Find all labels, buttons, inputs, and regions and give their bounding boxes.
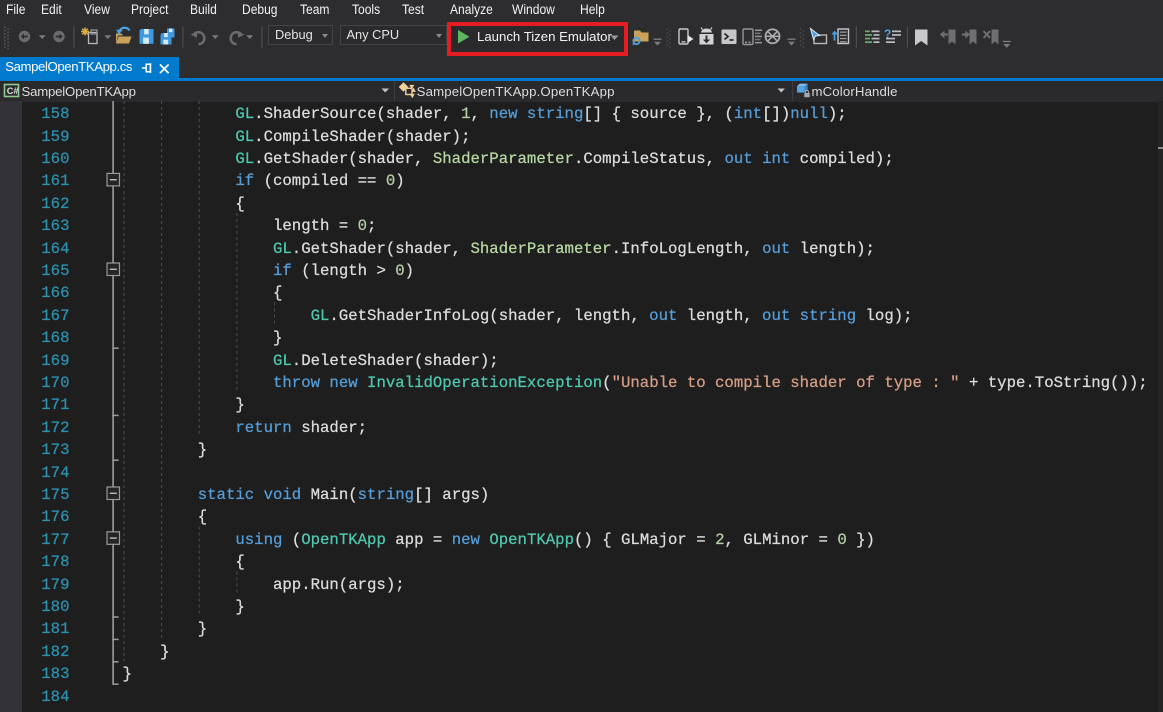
svg-text:C#: C# [7,86,19,96]
